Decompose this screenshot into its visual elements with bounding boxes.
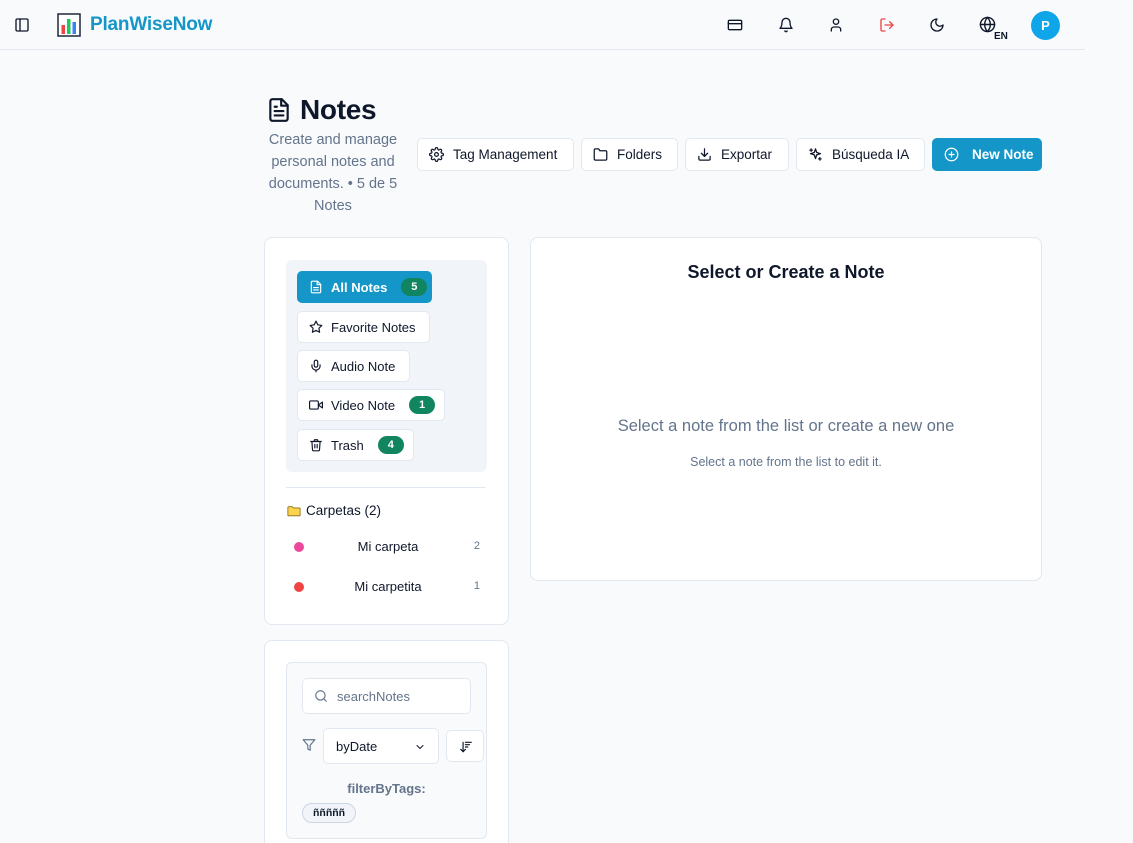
download-icon [698,148,711,161]
language-switcher[interactable]: EN [979,16,1011,44]
star-icon [309,320,323,333]
nav-video-note-label: Video Note [331,397,396,413]
folder-count: 1 [473,580,480,592]
ai-search-label: Búsqueda IA [832,147,910,162]
search-input[interactable] [337,680,467,712]
trash-icon [310,439,322,452]
avatar[interactable]: P [1031,11,1060,40]
empty-state-subtext: Select a note from the list to edit it. [690,455,882,469]
page-header: Notes [266,94,377,126]
moon-icon[interactable] [929,17,945,33]
nav-trash[interactable]: Trash 4 [297,429,414,461]
divider [286,487,486,488]
brand-name: PlanWiseNow [90,14,213,35]
note-editor-card: Select or Create a Note Select a note fr… [530,237,1042,581]
tag-management-label: Tag Management [453,147,558,162]
sort-select[interactable]: byDate [323,728,439,764]
nav-trash-label: Trash [331,437,364,453]
count-badge: 5 [401,278,428,296]
count-badge: 1 [409,396,436,414]
logout-icon[interactable] [879,17,895,33]
folders-button[interactable]: Folders [581,138,678,171]
user-icon[interactable] [828,17,844,33]
ai-search-button[interactable]: Búsqueda IA [796,138,925,171]
nav-all-notes[interactable]: All Notes 5 [297,271,432,303]
folder-item[interactable]: Mi carpetita 1 [287,573,487,601]
folders-heading: Carpetas (2) [287,503,381,518]
folders-label: Folders [617,147,663,162]
folder-color-dot [294,542,304,552]
file-text-icon [269,98,289,122]
filter-icon [302,739,316,751]
export-label: Exportar [721,147,773,162]
notes-sidebar-card: All Notes 5 Favorite Notes Audio Note Vi… [264,237,509,625]
export-button[interactable]: Exportar [685,138,789,171]
sort-order-button[interactable] [446,730,484,762]
credit-card-icon[interactable] [727,17,743,33]
nav-all-notes-label: All Notes [331,279,388,295]
top-bar: PlanWiseNow EN P [0,0,1085,50]
folders-heading-label: Carpetas (2) [306,503,382,518]
page-title: Notes [300,94,377,125]
nav-video-note[interactable]: Video Note 1 [297,389,445,421]
nav-audio-note-label: Audio Note [331,358,396,374]
chevron-down-icon [416,745,424,749]
search-box [302,678,471,714]
nav-audio-note[interactable]: Audio Note [297,350,410,382]
tag-management-button[interactable]: Tag Management [417,138,574,171]
nav-favorite-notes[interactable]: Favorite Notes [297,311,430,343]
new-note-button[interactable]: New Note [932,138,1042,171]
page-description: Create and manage personal notes and doc… [268,132,398,214]
gear-icon [429,147,444,162]
folder-name: Mi carpetita [354,579,422,594]
sort-select-value: byDate [336,739,378,754]
sort-descending-icon [460,741,472,753]
bar-chart-logo-icon [57,13,81,37]
folder-icon [593,148,608,161]
filter-by-tags-label: filterByTags: [347,781,426,796]
empty-state-message: Select a note from the list or create a … [617,417,955,435]
plus-circle-icon [944,147,959,162]
brand[interactable]: PlanWiseNow [57,13,212,37]
sidebar-toggle-icon[interactable] [14,17,30,33]
bell-icon[interactable] [778,17,794,33]
folder-name: Mi carpeta [357,539,419,554]
folder-count: 2 [473,540,480,552]
nav-favorite-notes-label: Favorite Notes [331,319,416,335]
folder-color-dot [294,582,304,592]
language-code: EN [994,31,1008,42]
folder-item[interactable]: Mi carpeta 2 [287,533,487,561]
note-categories: All Notes 5 Favorite Notes Audio Note Vi… [286,260,487,472]
tag-chip[interactable]: ñññññ [302,803,357,823]
filters-panel: byDate filterByTags: ñññññ [286,662,487,839]
mic-icon [311,359,321,373]
filters-card: byDate filterByTags: ñññññ [264,640,509,843]
empty-state-title: Select or Create a Note [687,262,885,282]
folder-icon [287,505,301,516]
video-icon [309,400,323,410]
new-note-label: New Note [972,147,1034,162]
sparkles-icon [809,148,822,161]
search-icon [315,690,327,702]
count-badge: 4 [377,436,404,454]
file-text-icon [310,280,322,294]
